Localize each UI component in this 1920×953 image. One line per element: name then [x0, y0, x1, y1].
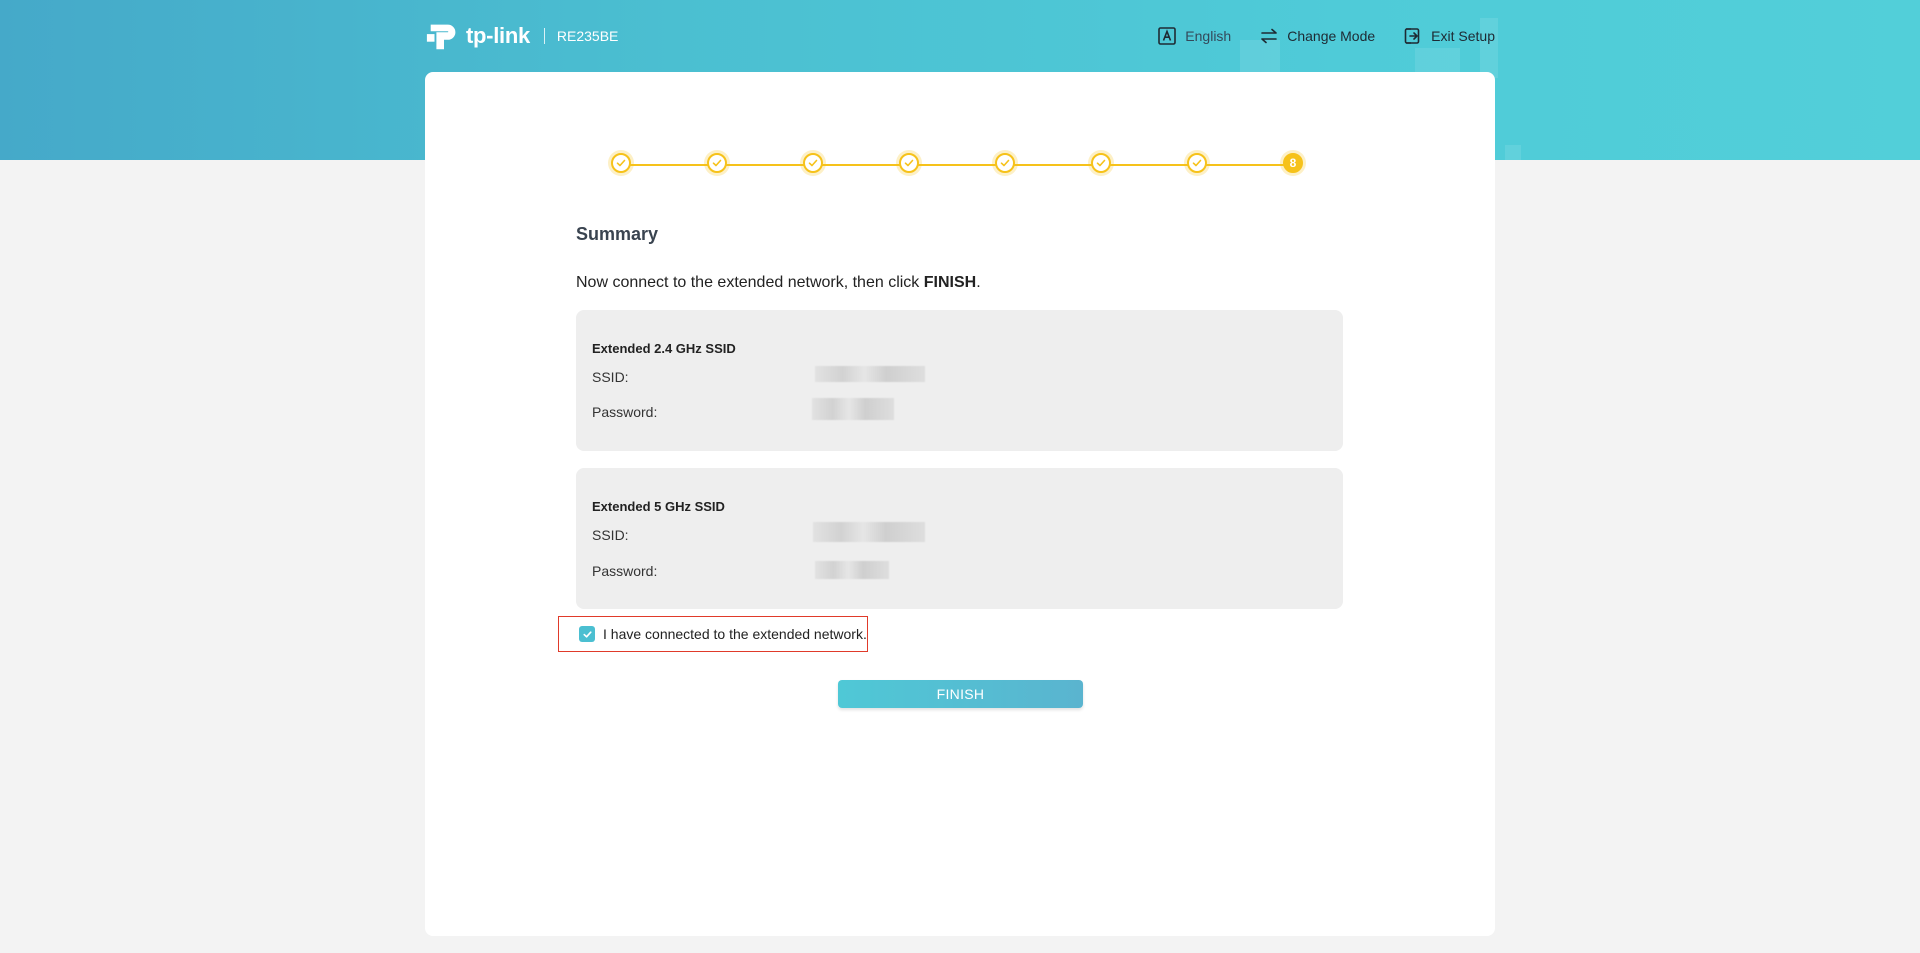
instruction-suffix: . [976, 274, 981, 291]
check-icon [616, 159, 626, 167]
check-icon [582, 630, 592, 638]
setup-card: 8 Summary Now connect to the extended ne… [425, 72, 1495, 936]
password-5g-label: Password: [592, 563, 658, 579]
exit-setup-button[interactable]: Exit Setup [1403, 26, 1495, 46]
check-icon [1096, 159, 1106, 167]
step-5-completed [995, 153, 1015, 173]
brand-name: tp-link [466, 23, 530, 48]
network-2g-panel: Extended 2.4 GHz SSID SSID: Password: [576, 310, 1343, 451]
confirmation-label[interactable]: I have connected to the extended network… [603, 626, 867, 642]
step-3-completed [803, 153, 823, 173]
step-2-completed [707, 153, 727, 173]
model-name: RE235BE [556, 28, 619, 44]
change-mode-button[interactable]: Change Mode [1259, 26, 1375, 46]
change-mode-label: Change Mode [1287, 28, 1376, 44]
language-icon [1158, 27, 1177, 45]
top-bar: tp-link RE235BE English Change Mode Exit… [425, 0, 1495, 72]
checkbox-checked[interactable] [579, 626, 595, 642]
finish-button[interactable]: FINISH [838, 680, 1083, 708]
ssid-5g-label: SSID: [592, 527, 629, 543]
check-icon [1000, 159, 1010, 167]
ssid-2g-value-redacted [815, 366, 925, 382]
tp-link-logo-icon [426, 24, 456, 50]
step-8-current: 8 [1283, 153, 1303, 173]
password-2g-value-redacted [812, 398, 894, 420]
password-5g-value-redacted [815, 561, 889, 579]
check-icon [904, 159, 914, 167]
brand: tp-link RE235BE [425, 17, 618, 55]
ssid-5g-value-redacted [813, 522, 925, 542]
password-2g-label: Password: [592, 404, 658, 420]
step-7-completed [1187, 153, 1207, 173]
exit-setup-label: Exit Setup [1431, 28, 1495, 44]
step-6-completed [1091, 153, 1111, 173]
network-5g-panel: Extended 5 GHz SSID SSID: Password: [576, 468, 1343, 609]
network-2g-title: Extended 2.4 GHz SSID [592, 341, 736, 356]
check-icon [712, 159, 722, 167]
brand-divider [543, 28, 545, 44]
current-step-number: 8 [1289, 156, 1297, 170]
exit-icon [1404, 28, 1420, 44]
language-selector[interactable]: English [1157, 26, 1231, 46]
step-4-completed [899, 153, 919, 173]
instruction-prefix: Now connect to the extended network, the… [576, 274, 924, 291]
language-label: English [1185, 28, 1232, 44]
swap-arrows-icon [1261, 28, 1278, 44]
connected-confirmation-checkbox[interactable]: I have connected to the extended network… [558, 616, 868, 652]
check-icon [808, 159, 818, 167]
instruction-text: Now connect to the extended network, the… [576, 274, 981, 292]
progress-stepper: 8 [611, 151, 1308, 181]
page-title: Summary [576, 224, 659, 244]
network-5g-title: Extended 5 GHz SSID [592, 499, 725, 514]
step-1-completed [611, 153, 631, 173]
instruction-finish-keyword: FINISH [923, 274, 977, 291]
top-nav: English Change Mode Exit Setup [1129, 26, 1495, 46]
check-icon [1192, 159, 1202, 167]
ssid-2g-label: SSID: [592, 369, 629, 385]
